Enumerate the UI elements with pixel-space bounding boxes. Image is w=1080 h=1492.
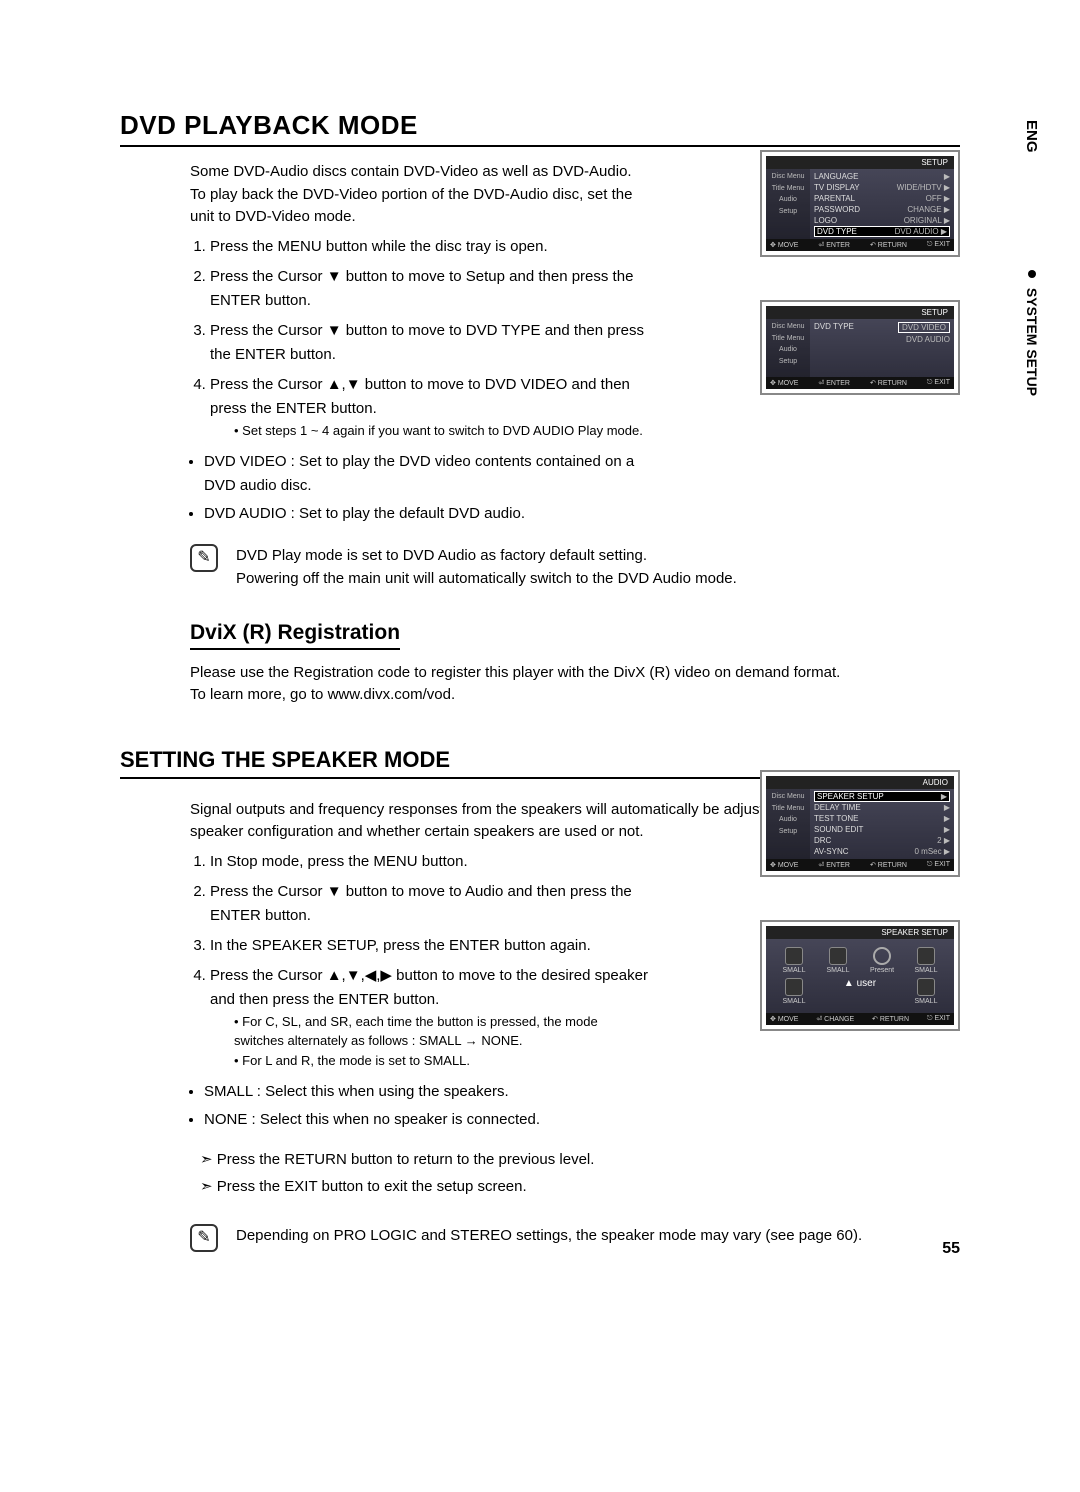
speaker-step-2: Press the Cursor ▼ button to move to Aud…: [210, 880, 650, 928]
speaker-sub1: • For C, SL, and SR, each time the butto…: [234, 1012, 650, 1051]
speaker-step-3: In the SPEAKER SETUP, press the ENTER bu…: [210, 934, 650, 958]
osd-audio-screenshot: AUDIO Disc Menu Title Menu Audio Setup S…: [760, 770, 960, 877]
dvd-note: DVD Play mode is set to DVD Audio as fac…: [236, 544, 737, 591]
dvd-note-1: DVD Play mode is set to DVD Audio as fac…: [236, 544, 737, 567]
speaker-step-1: In Stop mode, press the MENU button.: [210, 850, 650, 874]
dvd-intro-2: To play back the DVD-Video portion of th…: [190, 184, 640, 229]
divx-title: DviX (R) Registration: [190, 621, 400, 650]
dvd-bullets: DVD VIDEO : Set to play the DVD video co…: [190, 450, 660, 526]
note-icon: ✎: [190, 1224, 218, 1252]
dvd-bullet-audio: DVD AUDIO : Set to play the default DVD …: [204, 502, 660, 526]
dvd-substep: • Set steps 1 ~ 4 again if you want to s…: [234, 421, 650, 441]
speaker-sub2: • For L and R, the mode is set to SMALL.: [234, 1051, 650, 1071]
dvd-intro-1: Some DVD-Audio discs contain DVD-Video a…: [190, 161, 640, 184]
dvd-note-2: Powering off the main unit will automati…: [236, 567, 737, 590]
dvd-playback-title: DVD PLAYBACK MODE: [120, 110, 960, 147]
osd-setup-screenshot: SETUP Disc Menu Title Menu Audio Setup L…: [760, 150, 960, 257]
speaker-bullet-none: NONE : Select this when no speaker is co…: [204, 1108, 660, 1132]
dvd-step-4-text: Press the Cursor ▲,▼ button to move to D…: [210, 376, 630, 417]
osd-dvdtype-screenshot: SETUP Disc Menu Title Menu Audio Setup D…: [760, 300, 960, 395]
speaker-bullets: SMALL : Select this when using the speak…: [190, 1080, 660, 1132]
dvd-steps: Press the MENU button while the disc tra…: [190, 235, 650, 441]
divx-p1: Please use the Registration code to regi…: [190, 662, 960, 685]
speaker-step-4-text: Press the Cursor ▲,▼,◀,▶ button to move …: [210, 967, 648, 1008]
dvd-step-4: Press the Cursor ▲,▼ button to move to D…: [210, 373, 650, 441]
dvd-step-1: Press the MENU button while the disc tra…: [210, 235, 650, 259]
osd-speaker-setup-screenshot: SPEAKER SETUP SMALL SMALL Present SMALL …: [760, 920, 960, 1031]
dvd-step-2: Press the Cursor ▼ button to move to Set…: [210, 265, 650, 313]
speaker-exit: Press the EXIT button to exit the setup …: [200, 1173, 960, 1200]
dvd-step-3: Press the Cursor ▼ button to move to DVD…: [210, 319, 650, 367]
speaker-step-4: Press the Cursor ▲,▼,◀,▶ button to move …: [210, 964, 650, 1071]
speaker-note: Depending on PRO LOGIC and STEREO settin…: [236, 1224, 862, 1247]
note-icon: ✎: [190, 544, 218, 572]
dvd-bullet-video: DVD VIDEO : Set to play the DVD video co…: [204, 450, 660, 498]
page-number: 55: [942, 1240, 960, 1258]
speaker-steps: In Stop mode, press the MENU button. Pre…: [190, 850, 650, 1071]
osd1-list: LANGUAGE▶ TV DISPLAYWIDE/HDTV ▶ PARENTAL…: [810, 169, 954, 239]
speaker-bullet-small: SMALL : Select this when using the speak…: [204, 1080, 660, 1104]
speaker-return: Press the RETURN button to return to the…: [200, 1146, 960, 1173]
divx-p2: To learn more, go to www.divx.com/vod.: [190, 684, 960, 707]
